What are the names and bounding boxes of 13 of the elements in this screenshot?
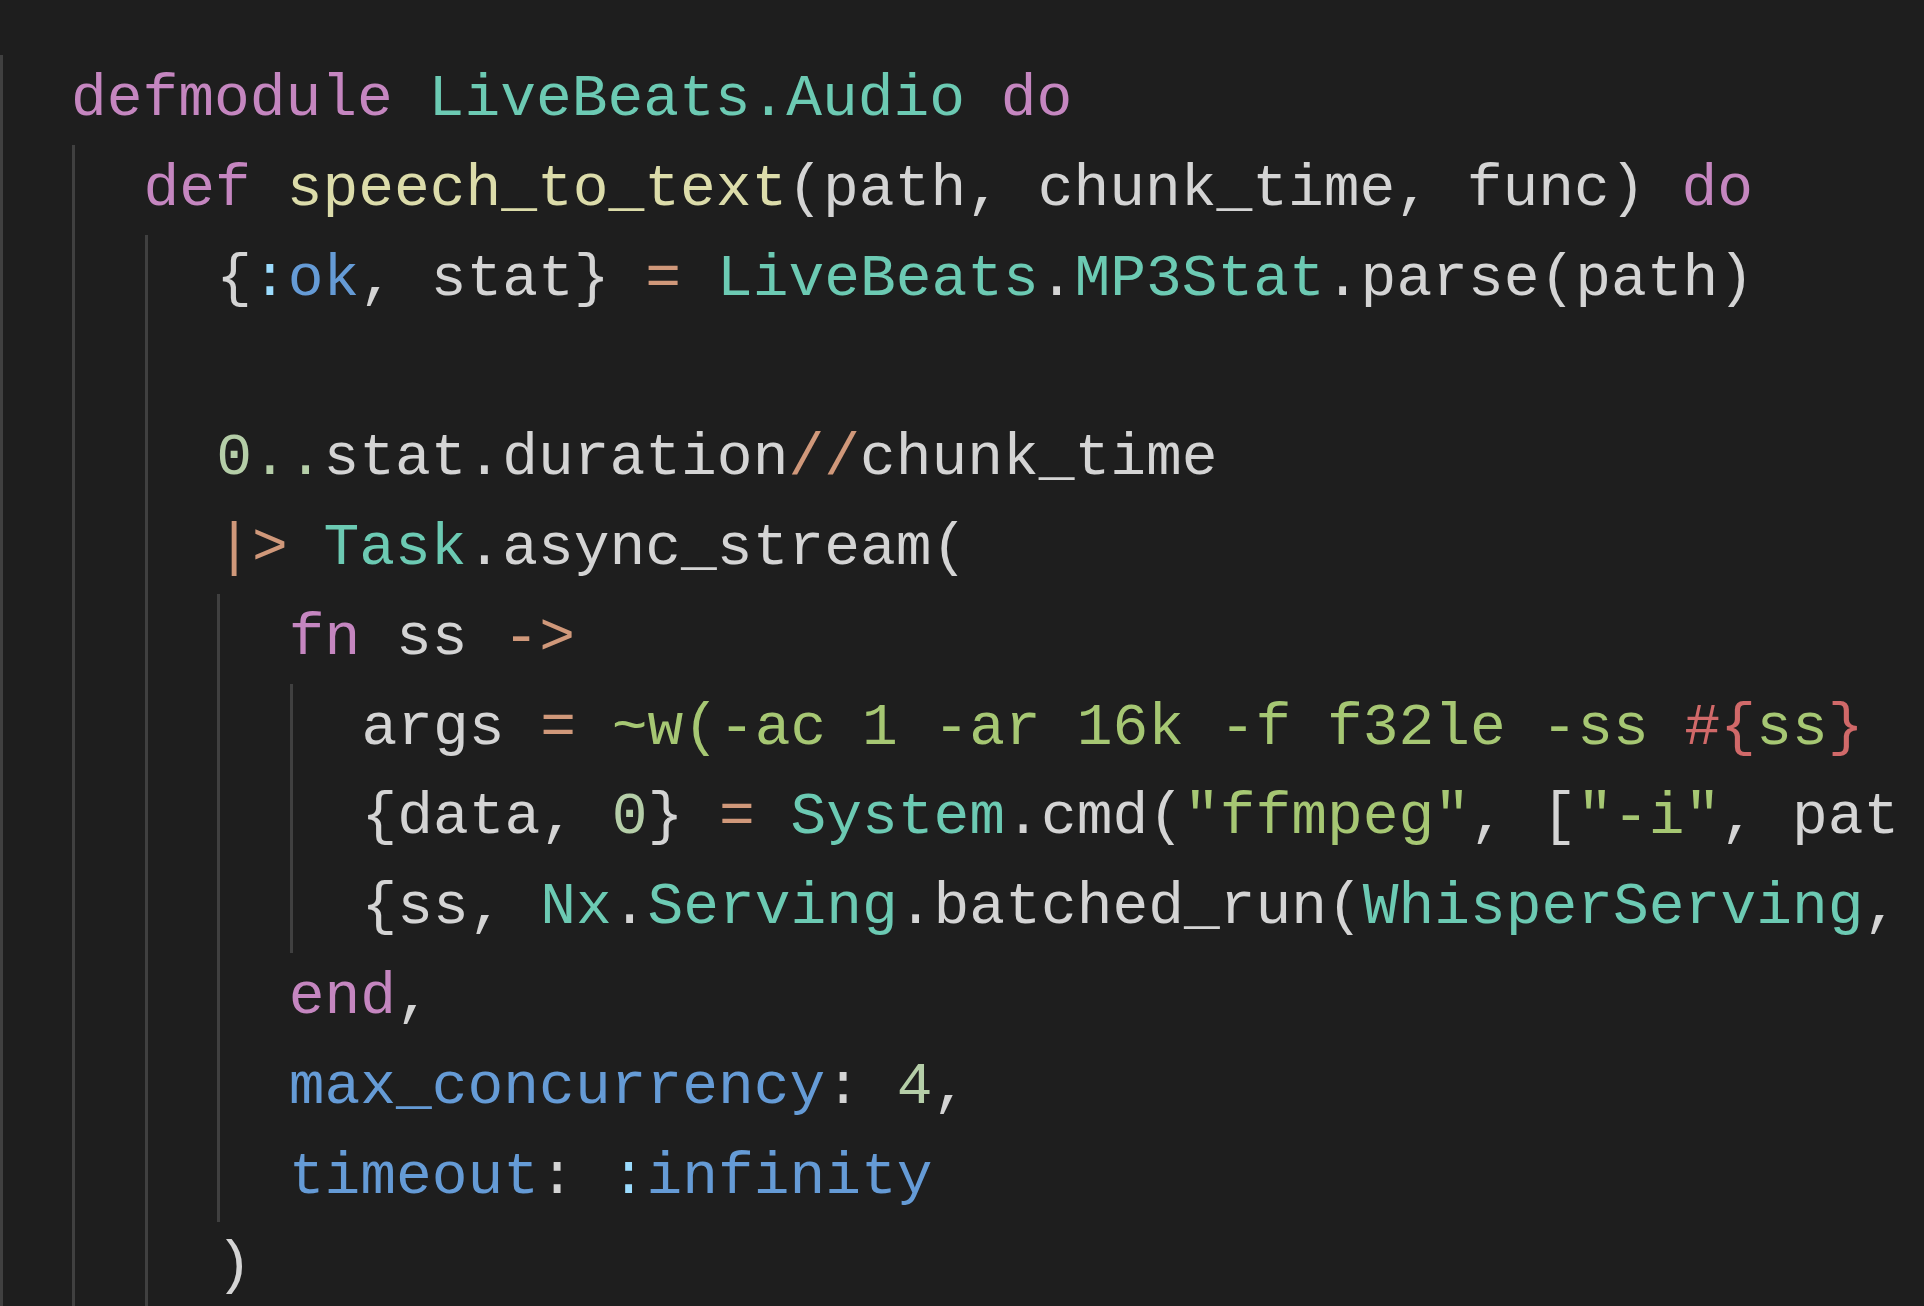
code-line: |> Task.async_stream(: [216, 513, 968, 584]
code-line: {ss, Nx.Serving.batched_run(WhisperServing,: [361, 872, 1900, 944]
code-line: {data, 0} = System.cmd("ffmpeg", ["-i", pat: [361, 782, 1900, 854]
code-line: fn ss ->: [288, 602, 575, 674]
code-line: {:ok, stat} = LiveBeats.MP3Stat.parse(path): [216, 243, 1754, 315]
code-line: ): [216, 1231, 252, 1303]
code-line: timeout: :infinity: [288, 1141, 933, 1213]
code-line: 0..stat.duration//chunk_time: [216, 423, 1218, 495]
code-line: args = ~w(-ac 1 -ar 16k -f f32le -ss #{ss}: [361, 692, 1864, 764]
code-line: max_concurrency: 4,: [288, 1051, 969, 1123]
code-line: end,: [288, 961, 432, 1033]
code-line: def speech_to_text(path, chunk_time, func) do: [143, 153, 1753, 225]
code-line: defmodule LiveBeats.Audio do: [71, 64, 1073, 135]
